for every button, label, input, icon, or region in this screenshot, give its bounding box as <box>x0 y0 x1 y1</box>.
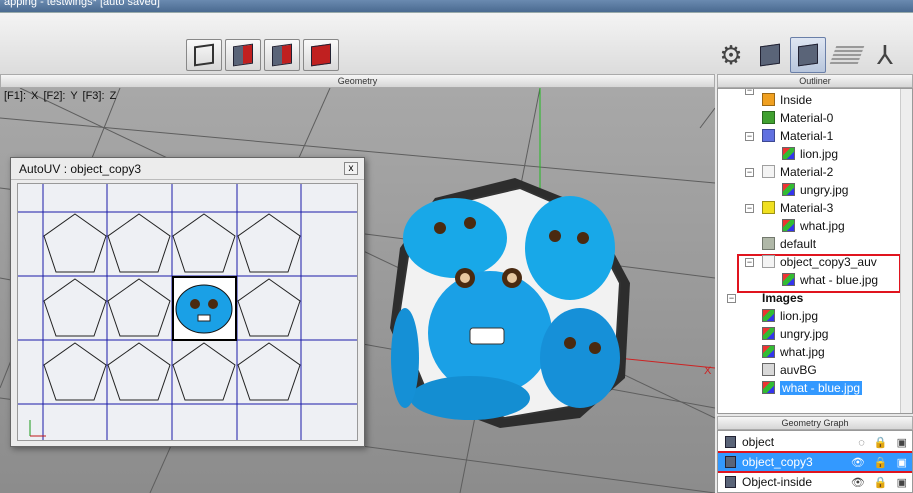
outliner-scrollbar[interactable] <box>900 89 912 413</box>
cube-selected-icon[interactable] <box>790 37 826 73</box>
image-icon <box>762 363 775 376</box>
svg-text:X: X <box>704 365 712 377</box>
outliner-item[interactable]: auvBG <box>762 361 817 379</box>
shaded-mode-button[interactable] <box>264 39 300 71</box>
image-icon <box>782 219 795 232</box>
collapse-toggle[interactable]: − <box>745 168 754 177</box>
grid-plane-icon[interactable] <box>829 37 865 73</box>
graph-row-selected[interactable]: object_copy3 👁 🔒 ▣ <box>718 453 912 472</box>
axes-icon[interactable]: ⅄ <box>867 37 903 73</box>
autouv-window: AutoUV : object_copy3 x <box>10 157 365 447</box>
material-icon <box>762 237 775 250</box>
material-icon <box>762 93 775 106</box>
outliner-item[interactable]: Material-1 <box>762 127 833 145</box>
collapse-toggle[interactable]: − <box>745 258 754 267</box>
outliner-item[interactable]: what.jpg <box>762 343 825 361</box>
outliner-panel-title: Outliner <box>717 74 913 88</box>
collapse-toggle[interactable]: − <box>745 89 754 95</box>
collapse-toggle[interactable]: − <box>727 294 736 303</box>
solid-red-cube-icon <box>311 43 331 67</box>
outliner-item[interactable]: lion.jpg <box>782 145 838 163</box>
image-icon <box>782 147 795 160</box>
images-heading: Images <box>762 291 804 305</box>
uv-grid <box>18 184 357 440</box>
outliner-item[interactable]: Material-3 <box>762 199 833 217</box>
outliner-item[interactable]: what - blue.jpg <box>782 271 878 289</box>
material-icon <box>762 111 775 124</box>
outliner-item[interactable]: Inside <box>762 91 812 109</box>
outliner-item[interactable]: ungry.jpg <box>762 325 828 343</box>
outliner-item[interactable]: ungry.jpg <box>782 181 848 199</box>
graph-row[interactable]: object ◌ 🔒 ▣ <box>718 433 912 452</box>
cube-icon <box>798 43 818 67</box>
main-toolbar: ⚙ ⅄ <box>0 12 913 74</box>
cube-icon <box>725 436 736 448</box>
autouv-title: AutoUV : object_copy3 <box>11 158 364 180</box>
outliner-item[interactable]: what.jpg <box>782 217 845 235</box>
cube-icon <box>725 476 736 488</box>
outliner-item[interactable]: default <box>762 235 816 253</box>
uv-canvas[interactable] <box>17 183 358 441</box>
half-shaded-mode-button[interactable] <box>225 39 261 71</box>
collapse-toggle[interactable]: − <box>745 204 754 213</box>
outliner-item[interactable]: lion.jpg <box>762 307 818 325</box>
solid-mode-button[interactable] <box>303 39 339 71</box>
gear-icon[interactable]: ⚙ <box>713 37 749 73</box>
outliner-item[interactable]: Material-0 <box>762 109 833 127</box>
half-shaded-cube-icon <box>233 43 253 67</box>
cube-shaded-icon[interactable] <box>752 37 788 73</box>
title-bar: apping - testwings* [auto saved] <box>0 0 913 12</box>
image-icon <box>762 309 775 322</box>
shaded-cube-icon <box>272 43 292 67</box>
image-icon <box>782 273 795 286</box>
visibility-lock-icons[interactable]: 👁 🔒 ▣ <box>851 474 910 492</box>
image-icon <box>762 345 775 358</box>
cube-icon <box>725 456 736 468</box>
material-icon <box>762 201 775 214</box>
cube-icon <box>760 43 780 67</box>
geometry-graph-panel: object ◌ 🔒 ▣ object_copy3 👁 🔒 ▣ Object-i… <box>717 430 913 493</box>
outliner-panel: − Inside Material-0 − Material-1 lion.jp… <box>717 88 913 414</box>
outliner-item[interactable]: Material-2 <box>762 163 833 181</box>
outliner-item-selected[interactable]: what - blue.jpg <box>762 379 863 397</box>
geometry-graph-title: Geometry Graph <box>717 416 913 430</box>
material-icon <box>762 129 775 142</box>
image-icon <box>782 183 795 196</box>
collapse-toggle[interactable]: − <box>745 132 754 141</box>
wireframe-cube-icon <box>194 43 214 67</box>
dodecahedron-model <box>390 178 630 428</box>
material-icon <box>762 255 775 268</box>
image-icon <box>762 327 775 340</box>
image-icon <box>762 381 775 394</box>
graph-row[interactable]: Object-inside 👁 🔒 ▣ <box>718 473 912 492</box>
visibility-lock-icons[interactable]: ◌ 🔒 ▣ <box>858 434 910 452</box>
visibility-lock-icons[interactable]: 👁 🔒 ▣ <box>851 454 910 472</box>
axis-key-hints: [F1]: X [F2]: Y [F3]: Z <box>4 90 117 102</box>
close-icon[interactable]: x <box>344 162 358 175</box>
window-title: apping - testwings* [auto saved] <box>4 0 160 8</box>
material-icon <box>762 165 775 178</box>
wireframe-mode-button[interactable] <box>186 39 222 71</box>
outliner-item[interactable]: object_copy3_auv <box>762 253 877 271</box>
geometry-panel-title: Geometry <box>0 74 715 88</box>
